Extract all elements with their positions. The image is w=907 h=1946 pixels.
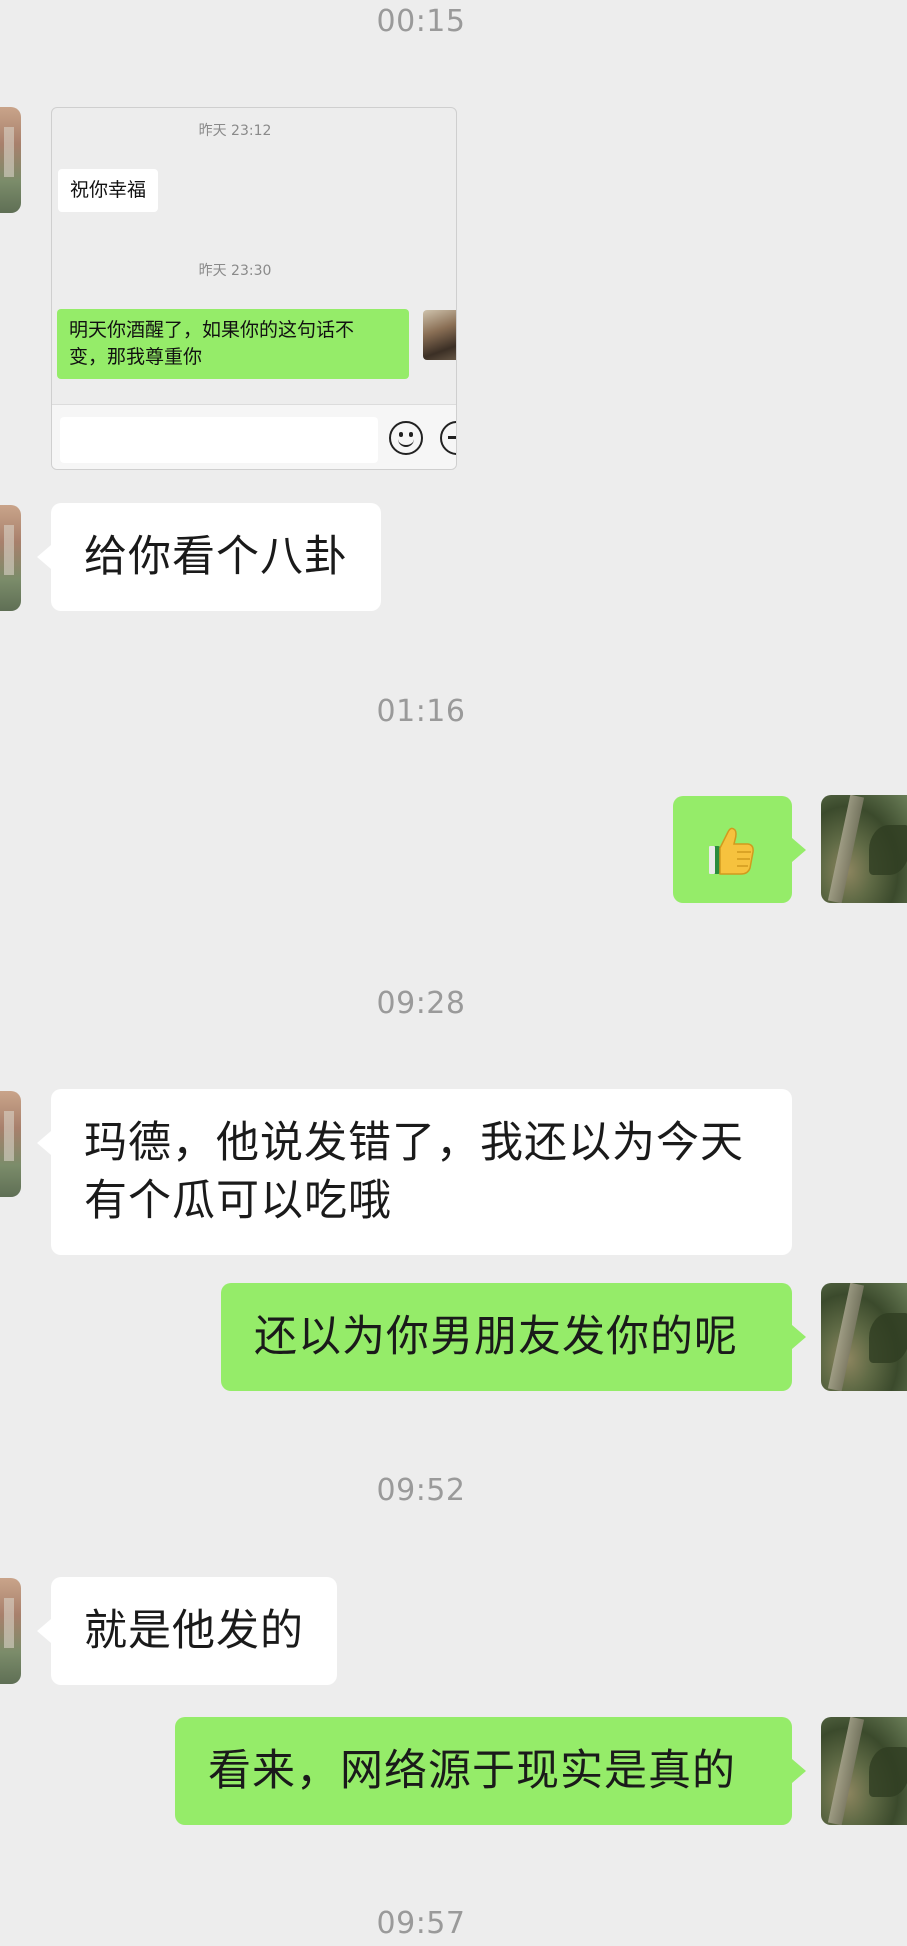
my-avatar[interactable]: [821, 1717, 907, 1825]
screenshot-image-message[interactable]: 昨天 23:12 祝你幸福 昨天 23:30 明天你酒醒了，如果你的这句话不 变…: [51, 107, 457, 470]
message-line: 玛德，他说发错了，我还以为今天: [84, 1118, 744, 1168]
card-timestamp: 昨天 23:30: [198, 263, 272, 279]
sent-message[interactable]: 看来，网络源于现实是真的: [175, 1717, 806, 1825]
timestamp: 00:15: [376, 4, 466, 39]
sent-message[interactable]: 还以为你男朋友发你的呢: [221, 1283, 806, 1391]
message-line: 有个瓜可以吃哦: [84, 1176, 392, 1226]
contact-avatar[interactable]: [0, 505, 21, 611]
card-received-bubble: 祝你幸福: [58, 169, 159, 212]
my-avatar[interactable]: [821, 795, 907, 903]
received-message[interactable]: 给你看个八卦: [37, 503, 381, 611]
card-sent-bubble: 明天你酒醒了，如果你的这句话不 变，那我尊重你: [57, 309, 409, 379]
timestamp: 01:16: [376, 694, 466, 729]
timestamp: 09:57: [376, 1906, 466, 1941]
card-avatar: [423, 310, 456, 360]
card-input-bar: [52, 404, 456, 469]
sent-emoji-message[interactable]: [673, 796, 806, 903]
card-sent-line: 明天你酒醒了，如果你的这句话不: [69, 319, 355, 341]
contact-avatar[interactable]: [0, 1578, 21, 1684]
card-input-box: [60, 417, 378, 463]
thumbs-up-icon: [709, 827, 754, 875]
contact-avatar[interactable]: [0, 107, 21, 213]
received-message[interactable]: 玛德，他说发错了，我还以为今天 有个瓜可以吃哦: [37, 1089, 792, 1255]
card-timestamp: 昨天 23:12: [198, 123, 272, 139]
smile-icon: [389, 421, 423, 455]
my-avatar[interactable]: [821, 1283, 907, 1391]
card-sent-line: 变，那我尊重你: [69, 346, 203, 368]
contact-avatar[interactable]: [0, 1091, 21, 1197]
plus-icon: [440, 421, 456, 455]
timestamp: 09:52: [376, 1473, 466, 1508]
received-message[interactable]: 就是他发的: [37, 1577, 337, 1685]
timestamp: 09:28: [376, 986, 466, 1021]
